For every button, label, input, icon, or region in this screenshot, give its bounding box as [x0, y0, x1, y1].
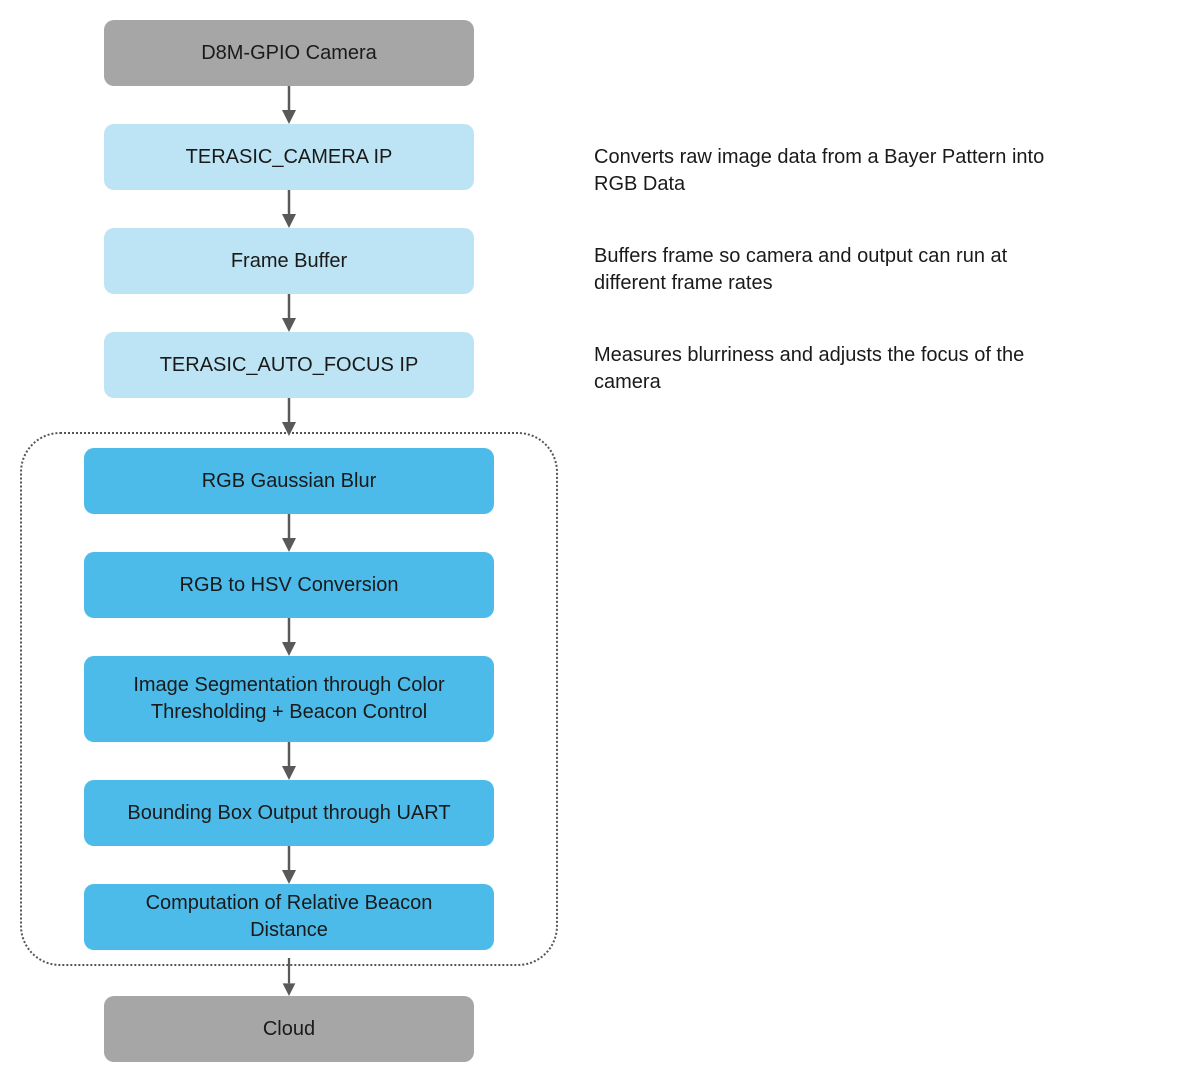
node-frame-buffer-label: Frame Buffer [231, 248, 347, 275]
node-cloud: Cloud [104, 996, 474, 1062]
custom-processing-group: RGB Gaussian Blur RGB to HSV Conversion … [20, 432, 558, 966]
arrow-icon [279, 190, 299, 228]
arrow-icon [279, 398, 299, 436]
annotations-column: Converts raw image data from a Bayer Pat… [594, 144, 1074, 396]
arrow-icon [279, 514, 299, 552]
annotation-terasic-camera: Converts raw image data from a Bayer Pat… [594, 144, 1074, 198]
node-segmentation: Image Segmentation through Color Thresho… [84, 656, 494, 742]
node-gaussian-blur: RGB Gaussian Blur [84, 448, 494, 514]
arrow-icon [279, 618, 299, 656]
arrow-icon [279, 958, 299, 996]
arrow-icon [279, 846, 299, 884]
diagram-container: D8M-GPIO Camera TERASIC_CAMERA IP Frame … [20, 20, 1163, 1062]
annotation-auto-focus: Measures blurriness and adjusts the focu… [594, 342, 1074, 396]
node-cloud-label: Cloud [263, 1016, 315, 1043]
annotation-auto-focus-text: Measures blurriness and adjusts the focu… [594, 344, 1024, 393]
node-bbox-uart: Bounding Box Output through UART [84, 780, 494, 846]
annotation-frame-buffer-text: Buffers frame so camera and output can r… [594, 245, 1007, 294]
annotation-frame-buffer: Buffers frame so camera and output can r… [594, 243, 1074, 297]
arrow-icon [279, 742, 299, 780]
node-auto-focus: TERASIC_AUTO_FOCUS IP [104, 332, 474, 398]
node-camera-label: D8M-GPIO Camera [201, 40, 377, 67]
node-camera: D8M-GPIO Camera [104, 20, 474, 86]
node-beacon-distance-label: Computation of Relative Beacon Distance [104, 890, 474, 944]
node-beacon-distance: Computation of Relative Beacon Distance [84, 884, 494, 950]
arrow-icon [279, 294, 299, 332]
node-rgb-hsv-label: RGB to HSV Conversion [180, 572, 399, 599]
node-terasic-camera-label: TERASIC_CAMERA IP [186, 144, 393, 171]
node-gaussian-blur-label: RGB Gaussian Blur [202, 468, 377, 495]
node-segmentation-label: Image Segmentation through Color Thresho… [104, 672, 474, 726]
node-terasic-camera: TERASIC_CAMERA IP [104, 124, 474, 190]
node-auto-focus-label: TERASIC_AUTO_FOCUS IP [160, 352, 419, 379]
node-bbox-uart-label: Bounding Box Output through UART [127, 800, 450, 827]
node-frame-buffer: Frame Buffer [104, 228, 474, 294]
flow-column: D8M-GPIO Camera TERASIC_CAMERA IP Frame … [20, 20, 558, 1062]
node-rgb-hsv: RGB to HSV Conversion [84, 552, 494, 618]
arrow-icon [279, 86, 299, 124]
annotation-terasic-camera-text: Converts raw image data from a Bayer Pat… [594, 146, 1044, 195]
